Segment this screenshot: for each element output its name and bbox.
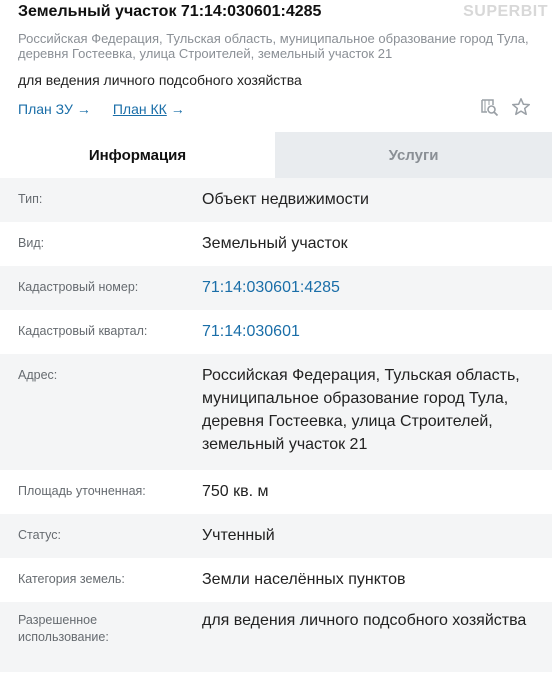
watermark: SUPERBIT [463, 3, 548, 20]
detail-row-cadastral-number: Кадастровый номер: 71:14:030601:4285 [0, 266, 552, 310]
cadastral-quarter-link[interactable]: 71:14:030601 [202, 310, 537, 354]
detail-label: Тип: [18, 192, 43, 206]
detail-row-permitted-use: Разрешенное использование: для ведения л… [0, 602, 552, 672]
detail-row-area: Площадь уточненная: 750 кв. м [0, 470, 552, 514]
detail-row-type: Тип: Объект недвижимости [0, 178, 552, 222]
detail-label: Площадь уточненная: [18, 484, 146, 498]
detail-label: Адрес: [18, 368, 58, 382]
toolbar [478, 96, 532, 118]
detail-label: Категория земель: [18, 572, 125, 586]
detail-label: Вид: [18, 236, 45, 250]
page-title: Земельный участок 71:14:030601:4285 [18, 3, 322, 20]
plan-zu-link[interactable]: План ЗУ → [18, 101, 91, 117]
detail-value: Российская Федерация, Тульская область, … [202, 367, 520, 453]
detail-value: Земли населённых пунктов [202, 571, 406, 588]
arrow-right-icon: → [76, 101, 91, 117]
detail-label: Кадастровый номер: [18, 280, 139, 294]
map-search-icon[interactable] [478, 96, 500, 118]
plan-kk-label: План КК [112, 101, 167, 117]
detail-value: для ведения личного подсобного хозяйства [202, 612, 527, 629]
detail-value: Земельный участок [202, 235, 348, 252]
tab-services[interactable]: Услуги [275, 132, 552, 178]
plan-links: План ЗУ → План КК → [18, 98, 534, 120]
star-icon[interactable] [510, 96, 532, 118]
detail-value: 750 кв. м [202, 483, 269, 500]
plan-kk-link[interactable]: План КК → [113, 101, 185, 117]
address-summary: Российская Федерация, Тульская область, … [18, 31, 529, 61]
detail-row-kind: Вид: Земельный участок [0, 222, 552, 266]
details-table: Тип: Объект недвижимости Вид: Земельный … [0, 178, 552, 672]
arrow-right-icon: → [170, 101, 185, 117]
detail-label: Кадастровый квартал: [18, 324, 148, 338]
tab-bar: Информация Услуги [0, 132, 552, 178]
header: Земельный участок 71:14:030601:4285 SUPE… [0, 0, 552, 120]
detail-value: Учтенный [202, 527, 275, 544]
detail-label: Разрешенное использование: [18, 613, 109, 644]
tab-information[interactable]: Информация [0, 132, 275, 178]
cadastral-number-link[interactable]: 71:14:030601:4285 [202, 266, 537, 310]
land-purpose: для ведения личного подсобного хозяйства [18, 72, 302, 88]
detail-label: Статус: [18, 528, 61, 542]
detail-row-status: Статус: Учтенный [0, 514, 552, 558]
detail-value: Объект недвижимости [202, 191, 369, 208]
detail-row-cadastral-quarter: Кадастровый квартал: 71:14:030601 [0, 310, 552, 354]
detail-row-address: Адрес: Российская Федерация, Тульская об… [0, 354, 552, 470]
detail-row-land-category: Категория земель: Земли населённых пункт… [0, 558, 552, 602]
plan-zu-label: План ЗУ [18, 101, 73, 117]
